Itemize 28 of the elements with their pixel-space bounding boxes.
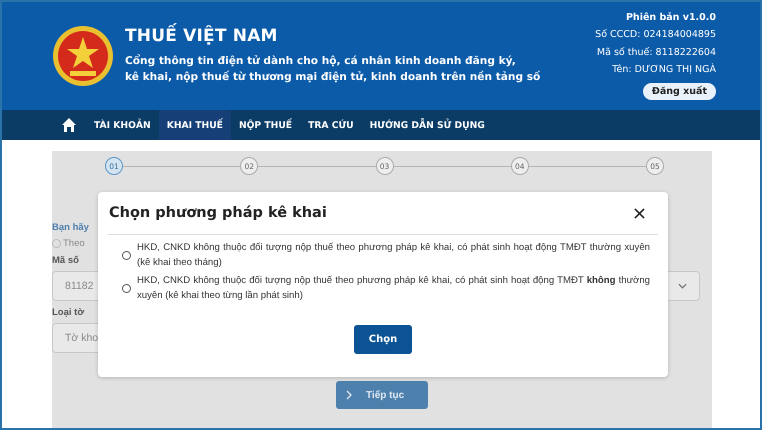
dialog-title: Chọn phương pháp kê khai — [109, 205, 327, 221]
user-info-text: Số CCCD: 024184004895 — [595, 28, 716, 42]
chevron-down-icon — [678, 283, 687, 289]
field-label: Loại tờ — [52, 307, 84, 318]
nav-tab[interactable]: NỘP THUẾ — [230, 110, 300, 140]
user-info-text: Tên: DƯƠNG THỊ NGÀ — [612, 62, 716, 77]
close-icon[interactable] — [634, 208, 645, 218]
nav-tab[interactable]: TRA CỨU — [300, 110, 362, 140]
emblem-icon — [52, 25, 114, 87]
logout-button[interactable]: Đăng xuất — [642, 82, 716, 100]
option-text: HKD, CNKD không thuộc đối tượng nộp thuế theo phương pháp kê khai, có phát sinh hoạt động TMĐT không thường xuyên (kê khai theo từng lần phát sinh) — [137, 274, 650, 303]
radio-label: Theo — [63, 238, 85, 249]
choose-button[interactable]: Chọn — [354, 325, 412, 354]
prompt-text: Bạn hãy — [52, 222, 89, 233]
option-text: HKD, CNKD không thuộc đối tượng nộp thuế theo phương pháp kê khai, có phát sinh hoạt động TMĐT thường xuyên (kê khai theo tháng) — [137, 241, 650, 270]
user-info-text: Mã số thuế: 8118222604 — [596, 46, 716, 60]
site-subtitle: Cổng thông tin điện tử dành cho hộ, cá nhân kinh doanh đăng ký, — [125, 53, 517, 69]
nav-tab[interactable]: HƯỚNG DẪN SỬ DỤNG — [362, 110, 493, 140]
radio-button[interactable] — [122, 284, 131, 292]
radio-button[interactable] — [52, 239, 61, 248]
chevron-right-icon — [346, 390, 352, 400]
site-subtitle: kê khai, nộp thuế từ thương mại điện tử, kinh doanh trên nền tảng số — [125, 70, 540, 85]
nav-tab[interactable]: KHAI THUẾ — [158, 110, 231, 140]
field-label: Mã số — [52, 255, 79, 266]
nav-tab[interactable]: TÀI KHOẢN — [86, 110, 159, 140]
radio-button[interactable] — [122, 250, 131, 260]
home-icon[interactable] — [61, 117, 77, 133]
version-text: Phiên bản v1.0.0 — [626, 11, 716, 25]
